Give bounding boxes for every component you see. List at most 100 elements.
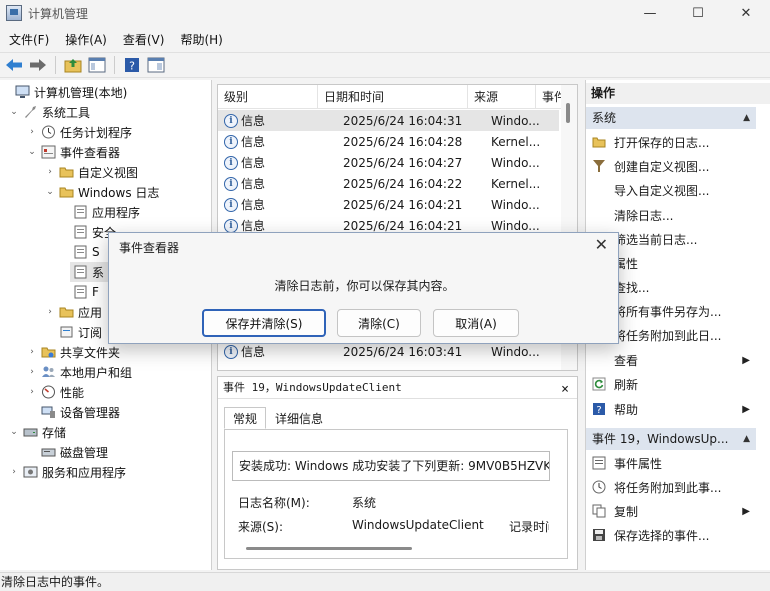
actions-section-event[interactable]: 事件 19，WindowsUp... ▲ bbox=[586, 428, 756, 450]
tab-details[interactable]: 详细信息 bbox=[266, 407, 332, 429]
menu-action[interactable]: 操作(A) bbox=[56, 31, 114, 48]
title-bar: 计算机管理 — ☐ ✕ bbox=[0, 0, 770, 26]
up-level-button[interactable] bbox=[63, 55, 83, 75]
save-and-clear-button[interactable]: 保存并清除(S) bbox=[202, 309, 326, 337]
tree-label: 设备管理器 bbox=[60, 405, 121, 420]
forward-button[interactable] bbox=[28, 55, 48, 75]
action-event-properties[interactable]: 事件属性 bbox=[586, 452, 756, 474]
close-icon[interactable]: × bbox=[561, 379, 569, 401]
menu-view[interactable]: 查看(V) bbox=[114, 31, 172, 48]
action-label: 导入自定义视图... bbox=[614, 183, 710, 198]
action-import-custom-view[interactable]: 导入自定义视图... bbox=[586, 179, 756, 201]
info-icon: i bbox=[224, 218, 238, 233]
tree-label: 订阅 bbox=[78, 325, 103, 340]
action-attach-task-to-event[interactable]: 将任务附加到此事... bbox=[586, 476, 756, 498]
action-create-custom-view[interactable]: 创建自定义视图... bbox=[586, 155, 756, 177]
tree-node-windows-logs[interactable]: ⌄ Windows 日志 bbox=[44, 182, 159, 202]
tree-node-system-tools[interactable]: ⌄ 系统工具 bbox=[8, 102, 90, 122]
tree-node-subscriptions[interactable]: 订阅 bbox=[56, 322, 102, 342]
tree-node-system-log[interactable]: 系 bbox=[70, 262, 110, 282]
tree-expander[interactable]: ⌄ bbox=[8, 427, 20, 437]
maximize-button[interactable]: ☐ bbox=[674, 0, 722, 26]
minimize-button[interactable]: — bbox=[626, 0, 674, 26]
actions-section-system[interactable]: 系统 ▲ bbox=[586, 107, 756, 129]
tree-label: 事件查看器 bbox=[60, 145, 121, 160]
action-copy[interactable]: 复制 ▶ bbox=[586, 500, 756, 522]
tree-node-services-and-applications[interactable]: › 服务和应用程序 bbox=[8, 462, 126, 482]
tree-expander[interactable]: ⌄ bbox=[44, 187, 56, 197]
action-refresh[interactable]: 刷新 bbox=[586, 373, 756, 395]
column-source[interactable]: 来源 bbox=[468, 85, 536, 109]
table-row[interactable]: i 信息 2025/6/24 16:04:31 Windo... bbox=[218, 110, 559, 131]
table-row[interactable]: i 信息 2025/6/24 16:04:21 Windo... bbox=[218, 194, 559, 215]
event-detail-title: 事件 19，WindowsUpdateClient × bbox=[218, 377, 577, 401]
tree-node-computer-management[interactable]: 计算机管理(本地) bbox=[0, 82, 127, 102]
tree-node-device-manager[interactable]: 设备管理器 bbox=[38, 402, 120, 422]
table-row[interactable]: i 信息 2025/6/24 16:04:28 Kernel... bbox=[218, 131, 559, 152]
collapse-icon[interactable]: ▲ bbox=[743, 107, 750, 129]
tree-expander[interactable]: › bbox=[26, 127, 38, 137]
menu-file[interactable]: 文件(F) bbox=[0, 31, 56, 48]
tree-label: 本地用户和组 bbox=[60, 365, 133, 380]
help-button[interactable]: ? bbox=[122, 55, 142, 75]
action-label: 创建自定义视图... bbox=[614, 159, 710, 174]
show-hide-tree-button[interactable] bbox=[87, 55, 107, 75]
tree-node-event-viewer[interactable]: ⌄ 事件查看器 bbox=[26, 142, 120, 162]
event-description[interactable]: 安装成功: Windows 成功安装了下列更新: 9MV0B5HZVK bbox=[232, 451, 550, 481]
tree-node-application-log[interactable]: 应用程序 bbox=[70, 202, 140, 222]
scrollbar-thumb[interactable] bbox=[566, 103, 570, 123]
tree-node-apps-and-services-logs[interactable]: › 应用 bbox=[44, 302, 102, 322]
tree-node-shared-folders[interactable]: › 共享文件夹 bbox=[26, 342, 120, 362]
cell-source: Windo... bbox=[491, 155, 540, 170]
column-date-time[interactable]: 日期和时间 bbox=[318, 85, 468, 109]
tree-expander[interactable]: › bbox=[8, 467, 20, 477]
cancel-button[interactable]: 取消(A) bbox=[433, 309, 519, 337]
tree-node-setup-log[interactable]: S bbox=[70, 242, 100, 262]
save-icon bbox=[593, 529, 605, 541]
cell-source: Windo... bbox=[491, 197, 540, 212]
column-level[interactable]: 级别 bbox=[218, 85, 318, 109]
action-label: 帮助 bbox=[614, 402, 639, 417]
tree-expander[interactable]: › bbox=[44, 307, 56, 317]
back-button[interactable] bbox=[4, 55, 24, 75]
tree-node-task-scheduler[interactable]: › 任务计划程序 bbox=[26, 122, 132, 142]
clear-button[interactable]: 清除(C) bbox=[337, 309, 421, 337]
action-label: 事件属性 bbox=[614, 456, 663, 471]
table-row[interactable]: i 信息 2025/6/24 16:04:27 Windo... bbox=[218, 152, 559, 173]
show-hide-action-pane-button[interactable] bbox=[146, 55, 166, 75]
table-row[interactable]: i 信息 2025/6/24 16:04:22 Kernel... bbox=[218, 173, 559, 194]
table-row[interactable]: i 信息 2025/6/24 16:03:41 Windo... bbox=[218, 341, 559, 362]
tree-node-forwarded-events[interactable]: F bbox=[70, 282, 99, 302]
menu-help[interactable]: 帮助(H) bbox=[171, 31, 229, 48]
computer-management-icon bbox=[6, 5, 22, 21]
tree-node-performance[interactable]: › 性能 bbox=[26, 382, 84, 402]
tree-node-storage[interactable]: ⌄ 存储 bbox=[8, 422, 66, 442]
action-save-selected-events[interactable]: 保存选择的事件... bbox=[586, 524, 756, 546]
action-view[interactable]: 查看 ▶ bbox=[586, 349, 756, 371]
tree-node-disk-management[interactable]: 磁盘管理 bbox=[38, 442, 108, 462]
logged-label: 记录时间 bbox=[509, 520, 549, 534]
tree-label: 应用 bbox=[78, 305, 103, 320]
action-help[interactable]: ? 帮助 ▶ bbox=[586, 398, 756, 420]
action-label: 将任务附加到此日... bbox=[614, 328, 722, 343]
close-button[interactable]: ✕ bbox=[722, 0, 770, 26]
status-bar: 清除日志中的事件。 bbox=[0, 572, 770, 591]
tree-expander[interactable]: › bbox=[44, 167, 56, 177]
tab-general[interactable]: 常规 bbox=[224, 407, 267, 429]
window-title: 计算机管理 bbox=[28, 6, 89, 21]
tree-expander[interactable]: › bbox=[26, 367, 38, 377]
back-arrow-icon bbox=[6, 59, 22, 71]
action-open-saved-log[interactable]: 打开保存的日志... bbox=[586, 131, 756, 153]
dialog-close-icon[interactable]: ✕ bbox=[595, 235, 608, 254]
tree-node-custom-views[interactable]: › 自定义视图 bbox=[44, 162, 138, 182]
action-clear-log[interactable]: 清除日志... bbox=[586, 204, 756, 226]
tree-expander[interactable]: › bbox=[26, 387, 38, 397]
tree-expander[interactable]: › bbox=[26, 347, 38, 357]
section-label: 系统 bbox=[592, 111, 617, 125]
tree-expander[interactable]: ⌄ bbox=[8, 107, 20, 117]
cell-date: 2025/6/24 16:04:22 bbox=[343, 176, 463, 191]
horizontal-scrollbar[interactable] bbox=[246, 547, 412, 550]
tree-node-local-users-groups[interactable]: › 本地用户和组 bbox=[26, 362, 132, 382]
collapse-icon[interactable]: ▲ bbox=[743, 428, 750, 450]
tree-expander[interactable]: ⌄ bbox=[26, 147, 38, 157]
